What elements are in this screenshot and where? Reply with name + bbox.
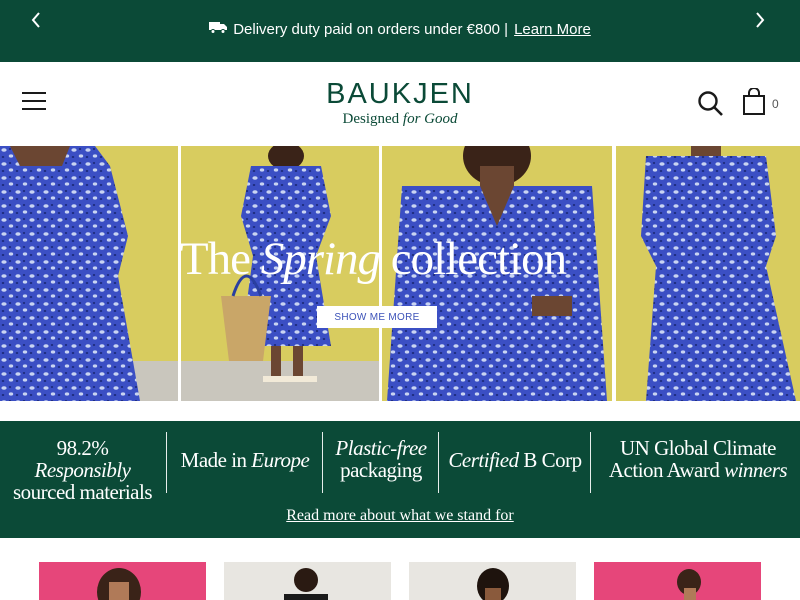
announcement-text: Delivery duty paid on orders under €800 …: [233, 20, 509, 38]
brand-tagline: Designed for Good: [342, 111, 458, 127]
learn-more-link[interactable]: Learn More: [514, 21, 591, 38]
hero-banner[interactable]: The Spring collection SHOW ME MORE: [0, 146, 800, 401]
search-icon[interactable]: [697, 90, 725, 118]
hamburger-icon[interactable]: [22, 92, 46, 112]
truck-icon: [209, 20, 228, 38]
divider: [322, 432, 323, 493]
value-plastic-free: Plastic-free packaging: [335, 436, 427, 482]
cart-button[interactable]: 0: [742, 87, 782, 121]
announcement-message: Delivery duty paid on orders under €800 …: [0, 20, 800, 38]
hero-title: The Spring collection: [179, 233, 567, 285]
product-tile[interactable]: [39, 562, 206, 600]
chevron-right-icon[interactable]: [748, 8, 772, 32]
cart-count: 0: [772, 97, 779, 111]
show-me-more-button[interactable]: SHOW ME MORE: [317, 306, 437, 328]
divider: [438, 432, 439, 493]
product-tile[interactable]: [409, 562, 576, 600]
product-tile[interactable]: [224, 562, 391, 600]
site-header: BAUKJEN Designed for Good 0: [0, 62, 800, 146]
shopping-bag-icon: [742, 87, 766, 121]
divider: [590, 432, 591, 493]
value-made-in-europe: Made in Europe: [180, 448, 310, 472]
announcement-bar: Delivery duty paid on orders under €800 …: [0, 0, 800, 62]
product-tile[interactable]: [594, 562, 761, 600]
value-responsibly-sourced: 98.2% Responsibly sourced materials: [12, 436, 153, 504]
brand-name: BAUKJEN: [326, 78, 474, 110]
logo[interactable]: BAUKJEN Designed for Good: [300, 78, 500, 128]
values-band: 98.2% Responsibly sourced materials Made…: [0, 421, 800, 538]
value-b-corp: Certified B Corp: [448, 448, 582, 472]
divider: [166, 432, 167, 493]
read-more-link[interactable]: Read more about what we stand for: [0, 507, 800, 525]
value-un-award: UN Global Climate Action Award winners: [608, 436, 788, 482]
